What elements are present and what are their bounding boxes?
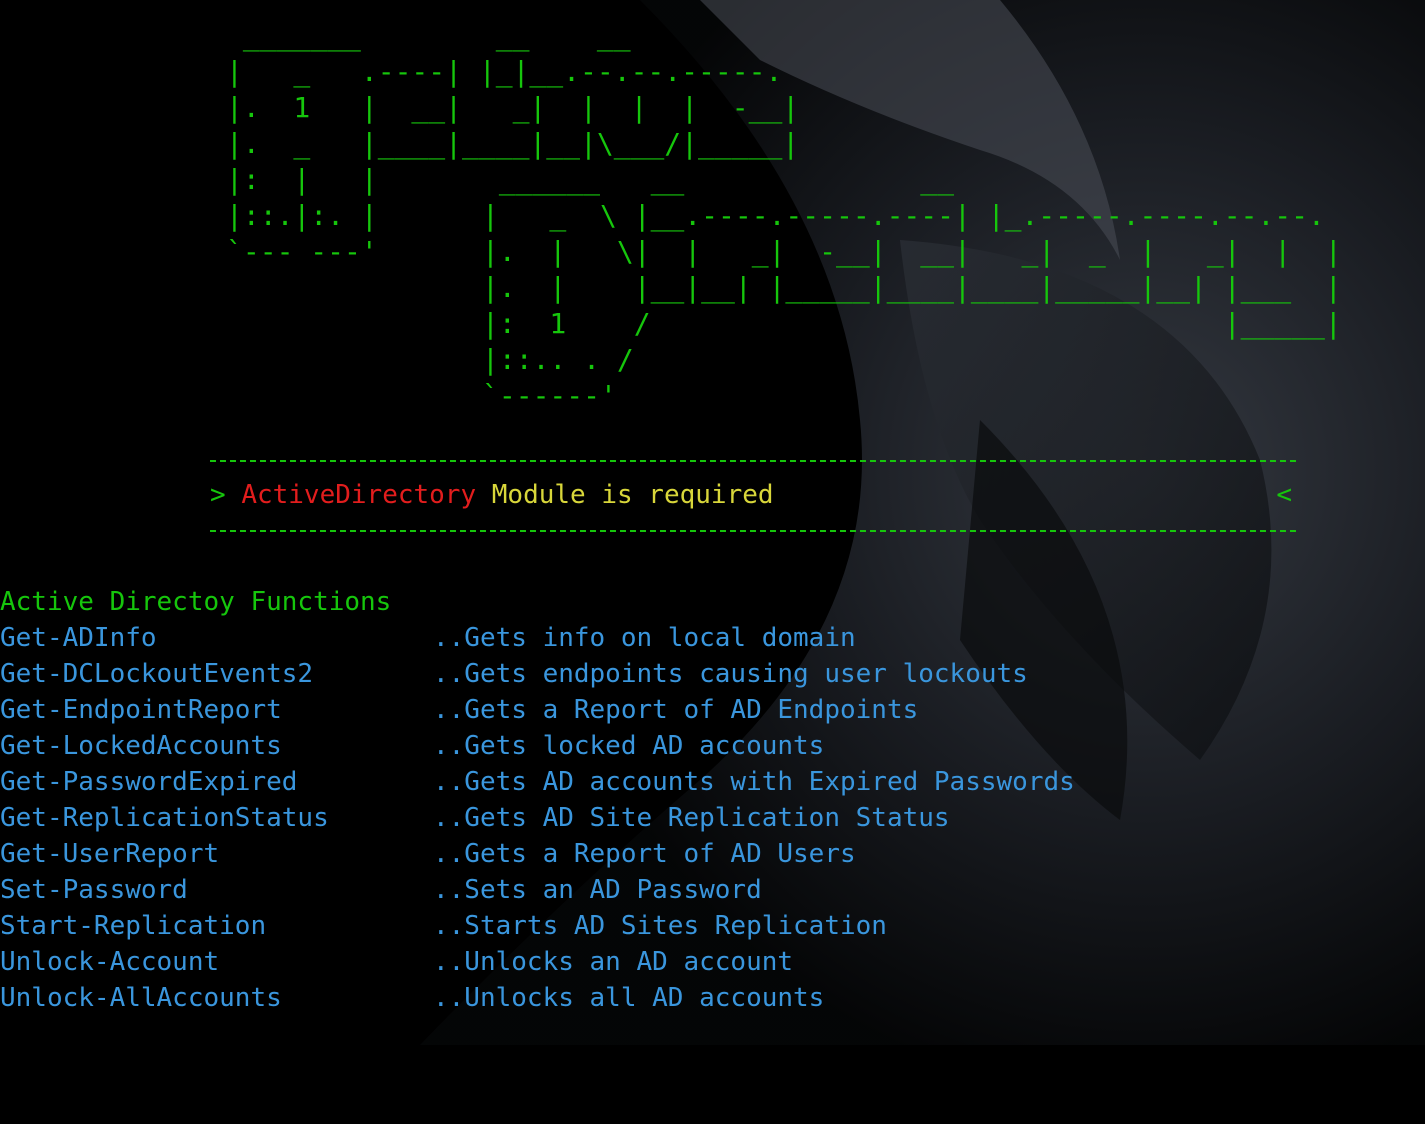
function-name: Start-Replication — [0, 911, 267, 941]
function-name: Unlock-Account — [0, 947, 220, 977]
function-name: Get-ADInfo — [0, 623, 157, 653]
notice-suffix: < — [1276, 480, 1292, 510]
function-row: Get-ReplicationStatus ..Gets AD Site Rep… — [0, 800, 1200, 836]
function-description: ..Gets a Report of AD Users — [433, 839, 856, 869]
notice-module-name: ActiveDirectory — [241, 480, 477, 510]
function-description: ..Gets AD Site Replication Status — [433, 803, 950, 833]
function-row: Start-Replication ..Starts AD Sites Repl… — [0, 908, 1200, 944]
function-description: ..Gets info on local domain — [433, 623, 856, 653]
function-row: Get-LockedAccounts ..Gets locked AD acco… — [0, 728, 1200, 764]
functions-heading: Active Directoy Functions — [0, 587, 392, 617]
module-required-notice: > ActiveDirectory Module is required < — [210, 477, 1296, 513]
function-row: Unlock-Account ..Unlocks an AD account — [0, 944, 1200, 980]
function-row: Get-ADInfo ..Gets info on local domain — [0, 620, 1200, 656]
functions-list: Active Directoy Functions Get-ADInfo ..G… — [0, 584, 1200, 1016]
function-name: Unlock-AllAccounts — [0, 983, 282, 1013]
function-name: Get-UserReport — [0, 839, 220, 869]
function-description: ..Gets endpoints causing user lockouts — [433, 659, 1028, 689]
function-description: ..Gets a Report of AD Endpoints — [433, 695, 919, 725]
function-description: ..Unlocks an AD account — [433, 947, 794, 977]
function-row: Get-EndpointReport ..Gets a Report of AD… — [0, 692, 1200, 728]
dashed-divider-bottom — [210, 530, 1296, 532]
function-description: ..Sets an AD Password — [433, 875, 762, 905]
function-description: ..Starts AD Sites Replication — [433, 911, 887, 941]
function-name: Get-LockedAccounts — [0, 731, 282, 761]
ascii-logo-directory: ______ __ __ | _ \ |__.----.-----.----| … — [482, 163, 1342, 412]
function-row: Unlock-AllAccounts ..Unlocks all AD acco… — [0, 980, 1200, 1016]
function-row: Get-UserReport ..Gets a Report of AD Use… — [0, 836, 1200, 872]
function-name: Get-ReplicationStatus — [0, 803, 329, 833]
function-name: Get-DCLockoutEvents2 — [0, 659, 314, 689]
function-description: ..Gets locked AD accounts — [433, 731, 825, 761]
function-row: Get-DCLockoutEvents2 ..Gets endpoints ca… — [0, 656, 1200, 692]
notice-message: Module is required — [476, 480, 774, 510]
dashed-divider-top — [210, 460, 1296, 462]
function-name: Set-Password — [0, 875, 188, 905]
function-row: Set-Password ..Sets an AD Password — [0, 872, 1200, 908]
function-description: ..Gets AD accounts with Expired Password… — [433, 767, 1075, 797]
function-description: ..Unlocks all AD accounts — [433, 983, 825, 1013]
notice-prefix: > — [210, 480, 242, 510]
function-row: Get-PasswordExpired ..Gets AD accounts w… — [0, 764, 1200, 800]
function-name: Get-PasswordExpired — [0, 767, 298, 797]
function-name: Get-EndpointReport — [0, 695, 282, 725]
